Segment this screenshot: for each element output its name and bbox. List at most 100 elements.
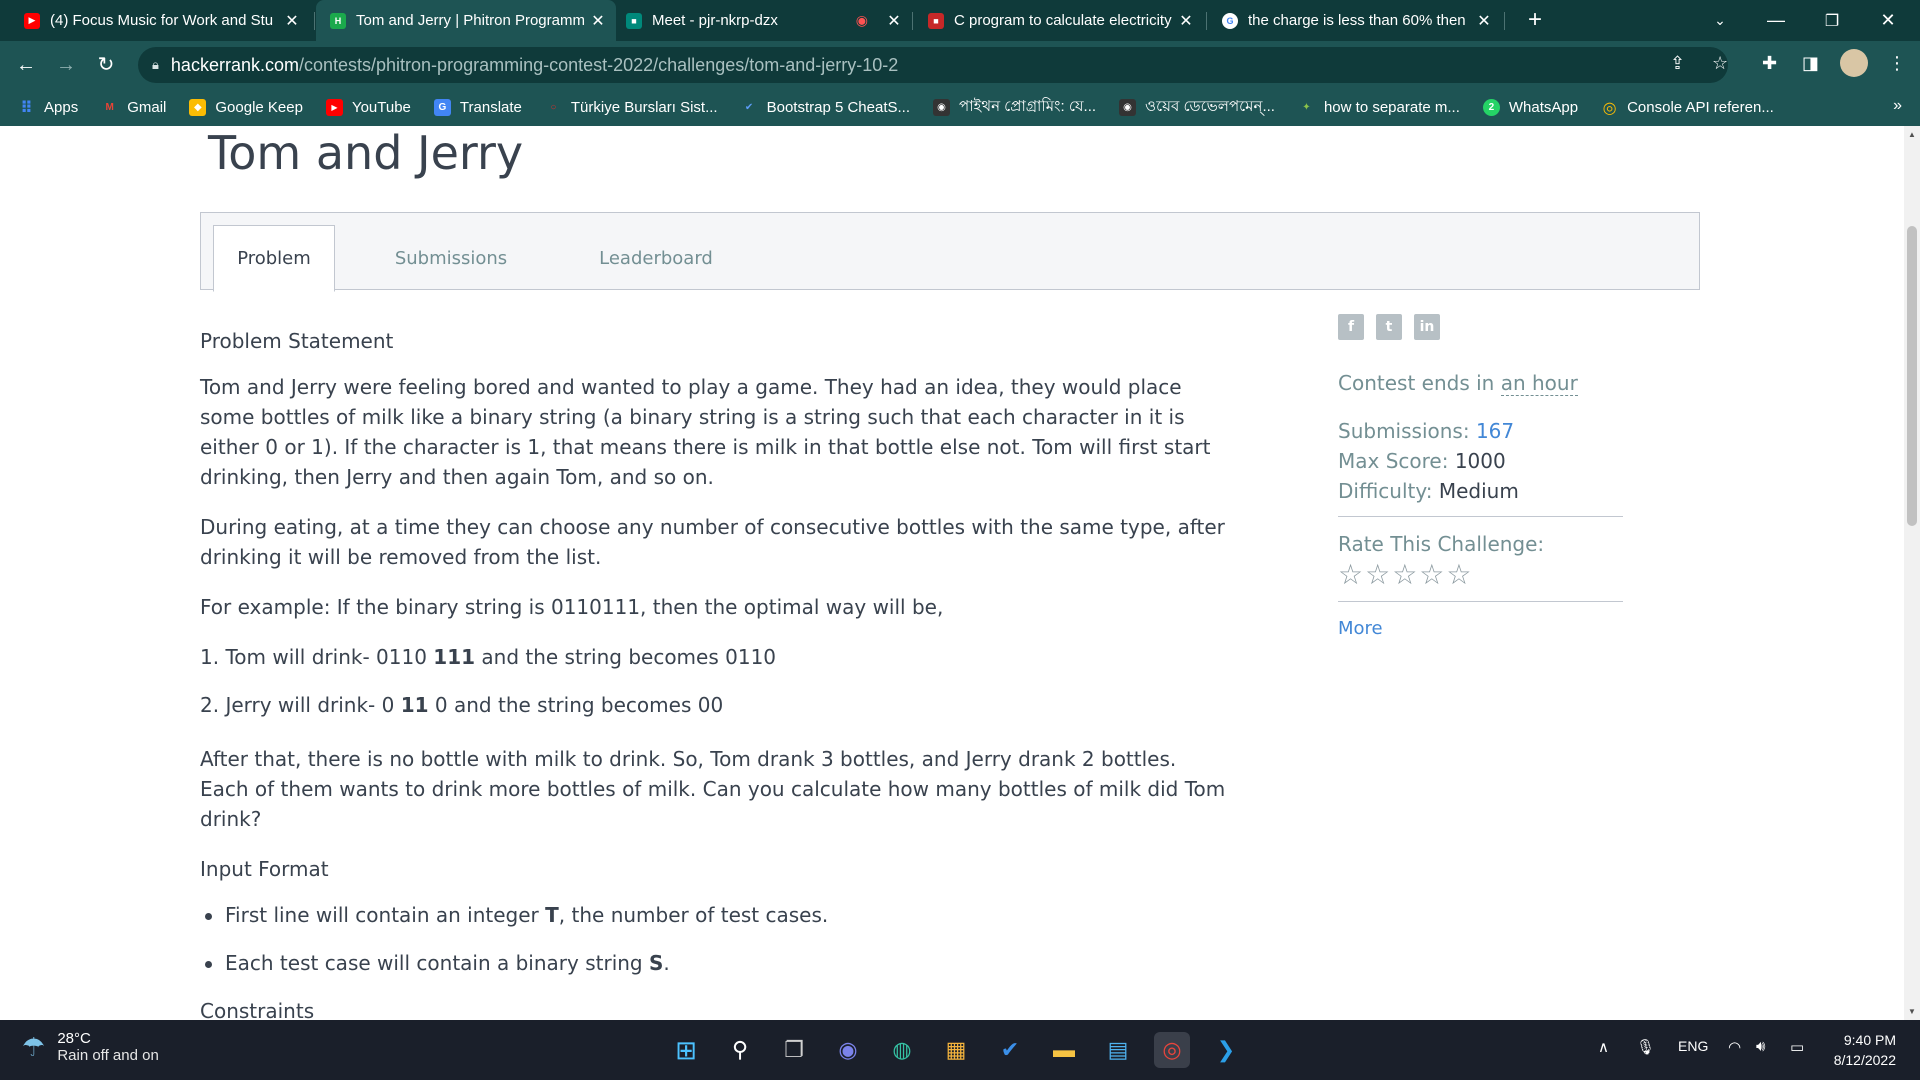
new-tab-button[interactable]: + — [1520, 6, 1550, 36]
problem-paragraph: After that, there is no bottle with milk… — [200, 747, 1226, 831]
forward-icon[interactable]: → — [50, 49, 82, 81]
tab-search-icon[interactable]: ⌄ — [1696, 0, 1744, 41]
bookmark-python-course[interactable]: ◉ পাইথন প্রোগ্রামিং: যে... — [933, 95, 1096, 120]
date: 8/12/2022 — [1833, 1052, 1896, 1068]
twitter-icon[interactable]: t — [1376, 314, 1402, 340]
tab-title: (4) Focus Music for Work and Stu — [50, 12, 274, 29]
reload-icon[interactable]: ↻ — [90, 49, 122, 81]
rating-stars[interactable]: ☆☆☆☆☆ — [1338, 559, 1623, 591]
step-text: 1. Tom will drink- 0110 — [200, 645, 434, 669]
bookmark-google-keep[interactable]: ◆ Google Keep — [189, 99, 303, 116]
youtube-icon: ▶ — [325, 99, 343, 116]
scroll-up-icon[interactable]: ▲ — [1908, 130, 1916, 139]
language-indicator[interactable]: ENG — [1678, 1038, 1708, 1054]
submissions-label: Submissions: — [1338, 419, 1476, 443]
microphone-icon[interactable]: 🎙︎ — [1636, 1038, 1655, 1056]
todo-icon[interactable]: ✔ — [992, 1032, 1028, 1068]
bookmark-translate[interactable]: G Translate — [433, 99, 522, 116]
bookmark-label: WhatsApp — [1508, 99, 1579, 116]
edge-icon[interactable]: ◍ — [884, 1032, 920, 1068]
list-item: Each test case will contain a binary str… — [200, 948, 1230, 978]
google-icon: G — [1222, 12, 1238, 29]
weather-widget[interactable]: ☂ 28°C Rain off and on — [22, 1030, 159, 1064]
bookmark-star-icon[interactable]: ☆ — [1712, 53, 1728, 74]
facebook-icon[interactable]: f — [1338, 314, 1364, 340]
close-icon[interactable]: ✕ — [280, 11, 304, 31]
windows-start-icon[interactable]: ⊞ — [668, 1032, 704, 1068]
problem-statement-heading: Problem Statement — [200, 329, 394, 353]
address-bar[interactable]: 🔒︎ hackerrank.com/contests/phitron-progr… — [138, 47, 1728, 83]
bookmark-web-dev[interactable]: ◉ ওয়েব ডেভেলপমেন্... — [1119, 95, 1275, 120]
page-scrollbar[interactable]: ▲ ▼ — [1904, 126, 1920, 1020]
bookmark-console-api[interactable]: ◎ Console API referen... — [1601, 99, 1774, 117]
bookmark-whatsapp[interactable]: 2 WhatsApp — [1482, 99, 1579, 116]
bookmark-bootstrap[interactable]: ✔ Bootstrap 5 CheatS... — [741, 99, 910, 116]
tab-title: Tom and Jerry | Phitron Programm — [356, 12, 585, 29]
browser-tab[interactable]: ■ Meet - pjr-nkrp-dzx ◉ ✕ — [612, 0, 912, 41]
bookmark-how-to-separate[interactable]: ✦ how to separate m... — [1298, 99, 1460, 116]
linkedin-icon[interactable]: in — [1414, 314, 1440, 340]
step-text: 0 and the string becomes 00 — [428, 693, 724, 717]
minimize-icon[interactable]: — — [1752, 0, 1800, 41]
store-icon[interactable]: ▦ — [938, 1032, 974, 1068]
submissions-link[interactable]: 167 — [1476, 419, 1514, 443]
bookmark-gmail[interactable]: M Gmail — [101, 99, 167, 116]
system-clock[interactable]: 9:40 PM 8/12/2022 — [1834, 1030, 1896, 1070]
scroll-down-icon[interactable]: ▼ — [1908, 1007, 1916, 1016]
battery-icon[interactable]: ▭ — [1790, 1038, 1804, 1056]
challenge-sidebar: f t in Contest ends in an hour Submissio… — [1338, 314, 1623, 644]
menu-kebab-icon[interactable]: ⋮ — [1888, 53, 1906, 74]
example-step: 1. Tom will drink- 0110 111 and the stri… — [200, 642, 1230, 672]
bookmark-youtube[interactable]: ▶ YouTube — [325, 99, 411, 116]
step-text: 2. Jerry will drink- 0 — [200, 693, 401, 717]
extensions-icon[interactable]: ✚ — [1762, 53, 1777, 74]
max-score-label: Max Score: — [1338, 449, 1455, 473]
volume-icon[interactable]: 🔊︎ — [1756, 1038, 1765, 1055]
wifi-icon[interactable]: ◠ — [1728, 1038, 1741, 1056]
turkiye-icon: ○ — [550, 102, 557, 113]
browser-tab-active[interactable]: H Tom and Jerry | Phitron Programm ✕ — [316, 0, 616, 41]
codeforwin-icon: ■ — [928, 12, 944, 29]
bookmark-apps[interactable]: ⠿ Apps — [18, 99, 79, 117]
vscode-icon[interactable]: ❯ — [1208, 1032, 1244, 1068]
browser-tab[interactable]: ▶ (4) Focus Music for Work and Stu ✕ — [10, 0, 310, 41]
search-icon[interactable]: ⚲ — [722, 1032, 758, 1068]
bookmarks-overflow-icon[interactable]: » — [1893, 97, 1902, 115]
contest-ends-value: an hour — [1500, 371, 1578, 396]
browser-tab[interactable]: ■ C program to calculate electricity ✕ — [914, 0, 1204, 41]
side-panel-icon[interactable]: ◨ — [1802, 53, 1819, 74]
scrollbar-thumb[interactable] — [1907, 226, 1917, 526]
tab-title: Meet - pjr-nkrp-dzx — [652, 12, 778, 29]
input-format-list: First line will contain an integer T, th… — [200, 900, 1230, 978]
more-link[interactable]: More — [1338, 614, 1623, 644]
chrome-icon[interactable]: ◎ — [1154, 1032, 1190, 1068]
window-close-icon[interactable]: ✕ — [1864, 0, 1912, 41]
tab-leaderboard[interactable]: Leaderboard — [571, 225, 741, 291]
bookmark-label: Apps — [44, 99, 79, 116]
restore-icon[interactable]: ❐ — [1808, 0, 1856, 41]
tab-problem[interactable]: Problem — [213, 225, 335, 292]
google-meet-icon: ■ — [626, 12, 642, 29]
check-icon: ✔ — [744, 102, 754, 113]
task-view-icon[interactable]: ❐ — [776, 1032, 812, 1068]
example-step: 2. Jerry will drink- 0 11 0 and the stri… — [200, 690, 1230, 720]
close-icon[interactable]: ✕ — [586, 11, 610, 31]
file-explorer-icon[interactable]: ▬ — [1046, 1032, 1082, 1068]
profile-avatar[interactable] — [1840, 49, 1868, 77]
browser-tab[interactable]: G the charge is less than 60% then ✕ — [1208, 0, 1502, 41]
bookmark-turkiye[interactable]: ○ Türkiye Bursları Sist... — [545, 99, 717, 116]
back-icon[interactable]: ← — [10, 49, 42, 81]
bookmark-label: Translate — [459, 99, 522, 116]
teams-chat-icon[interactable]: ◉ — [830, 1032, 866, 1068]
close-icon[interactable]: ✕ — [1174, 11, 1198, 31]
tab-submissions[interactable]: Submissions — [371, 225, 531, 291]
rate-challenge-label: Rate This Challenge: — [1338, 532, 1545, 556]
close-icon[interactable]: ✕ — [1472, 11, 1496, 31]
step-bold: 111 — [433, 645, 476, 669]
problem-paragraph: Tom and Jerry were feeling bored and wan… — [200, 375, 1211, 489]
show-hidden-icons[interactable]: ∧ — [1598, 1038, 1609, 1056]
owl-icon: ◉ — [933, 99, 951, 116]
close-icon[interactable]: ✕ — [882, 11, 906, 31]
share-icon[interactable]: ⇪ — [1670, 53, 1685, 74]
notepad-icon[interactable]: ▤ — [1100, 1032, 1136, 1068]
